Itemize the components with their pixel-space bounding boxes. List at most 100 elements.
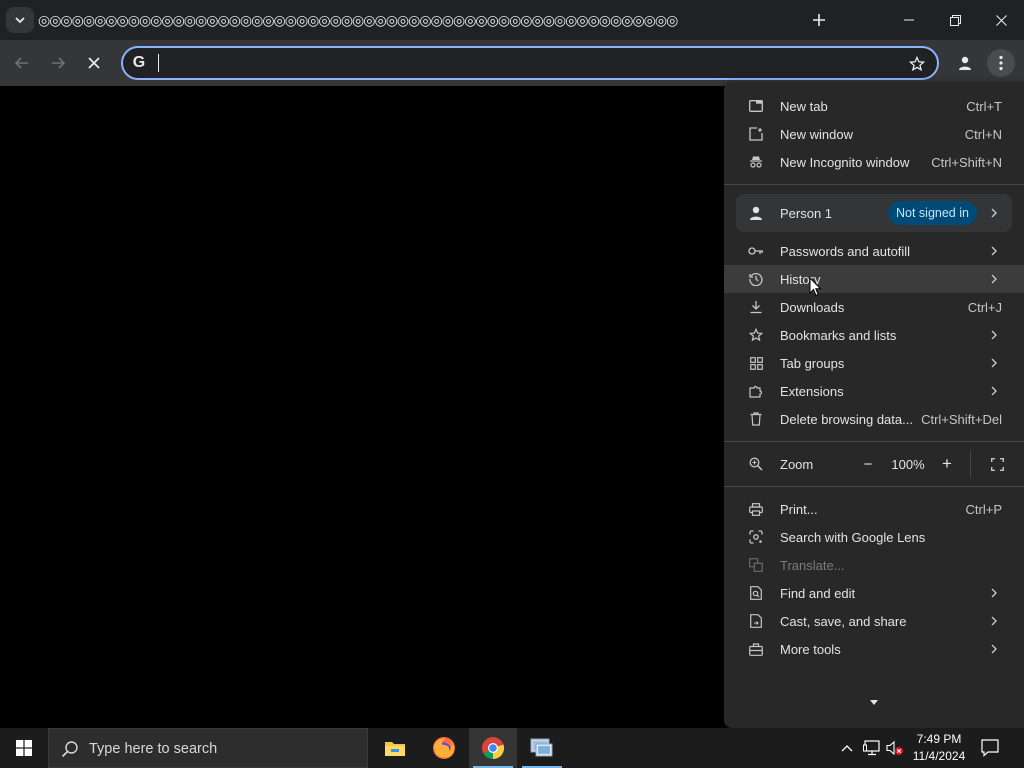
menu-item-label: Extensions <box>780 384 844 399</box>
menu-item-cast-save-and-share[interactable]: Cast, save, and share <box>724 607 1024 635</box>
clock-date: 11/4/2024 <box>912 749 966 763</box>
taskbar-clock[interactable]: 7:49 PM 11/4/2024 <box>906 731 972 765</box>
restore-button[interactable] <box>932 0 978 40</box>
kebab-menu-icon <box>999 55 1003 71</box>
file-explorer-icon <box>385 742 405 756</box>
tab-search-button[interactable] <box>6 7 34 33</box>
lens-icon <box>748 529 764 545</box>
plus-icon: + <box>942 454 952 473</box>
stop-loading-button[interactable] <box>80 49 108 77</box>
caret-down-icon <box>870 699 878 705</box>
tab-strip: ◎◎◎◎◎◎◎◎◎◎◎◎◎◎◎◎◎◎◎◎◎◎◎◎◎◎◎◎◎◎◎◎◎◎◎◎◎◎◎◎… <box>0 0 1024 40</box>
menu-item-tab-groups[interactable]: Tab groups <box>724 349 1024 377</box>
menu-item-new-window[interactable]: New window Ctrl+N <box>724 120 1024 148</box>
chevron-right-icon <box>991 588 997 598</box>
address-bar[interactable]: G <box>121 46 939 80</box>
menu-item-history[interactable]: History <box>724 265 1024 293</box>
menu-item-downloads[interactable]: Downloads Ctrl+J <box>724 293 1024 321</box>
menu-item-delete-browsing-data[interactable]: Delete browsing data... Ctrl+Shift+Del <box>724 405 1024 433</box>
zoom-out-button[interactable]: − <box>854 450 882 478</box>
menu-item-label: Cast, save, and share <box>780 614 907 629</box>
translate-icon <box>748 557 764 573</box>
menu-divider <box>724 184 1024 185</box>
zoom-in-button[interactable]: + <box>933 450 961 478</box>
close-button[interactable] <box>978 0 1024 40</box>
chevron-right-icon <box>991 246 997 256</box>
show-hidden-icons-button[interactable] <box>837 738 857 758</box>
menu-item-bookmarks-and-lists[interactable]: Bookmarks and lists <box>724 321 1024 349</box>
menu-item-print[interactable]: Print... Ctrl+P <box>724 495 1024 523</box>
toolbox-icon <box>748 641 764 657</box>
notification-icon <box>981 739 999 757</box>
new-tab-icon <box>748 98 764 114</box>
text-caret <box>158 54 159 72</box>
taskbar-file-explorer[interactable] <box>371 728 419 768</box>
new-tab-button[interactable] <box>806 8 832 32</box>
chevron-right-icon <box>991 358 997 368</box>
menu-item-search-with-google-lens[interactable]: Search with Google Lens <box>724 523 1024 551</box>
network-tray-button[interactable] <box>862 738 882 758</box>
taskbar-chrome[interactable] <box>469 728 517 768</box>
chrome-icon <box>482 737 505 760</box>
share-icon <box>748 613 764 629</box>
menu-scroll-down-button[interactable] <box>864 694 884 710</box>
chrome-main-menu: New tab Ctrl+T New window Ctrl+N New Inc… <box>724 82 1024 728</box>
menu-zoom-row: Zoom − 100% + <box>724 450 1024 478</box>
taskbar-firefox[interactable] <box>420 728 468 768</box>
clock-time: 7:49 PM <box>916 732 962 746</box>
taskbar-search-placeholder: Type here to search <box>89 741 218 757</box>
profile-button[interactable] <box>951 49 979 77</box>
taskbar-remote-desktop[interactable] <box>518 728 566 768</box>
taskbar-search-box[interactable]: Type here to search <box>48 728 368 768</box>
start-button[interactable] <box>0 728 48 768</box>
menu-divider <box>724 486 1024 487</box>
history-icon <box>748 271 764 287</box>
menu-item-label: New window <box>780 127 853 142</box>
close-icon <box>995 14 1007 26</box>
menu-item-label: Delete browsing data... <box>780 412 913 427</box>
menu-item-passwords-and-autofill[interactable]: Passwords and autofill <box>724 237 1024 265</box>
menu-item-shortcut: Ctrl+Shift+N <box>931 155 1002 170</box>
menu-item-label: Search with Google Lens <box>780 530 926 545</box>
menu-item-more-tools[interactable]: More tools <box>724 635 1024 663</box>
action-center-button[interactable] <box>978 737 1002 759</box>
fullscreen-button[interactable] <box>983 450 1011 478</box>
windows-logo-icon <box>16 740 32 756</box>
menu-item-translate: Translate... <box>724 551 1024 579</box>
menu-item-new-incognito-window[interactable]: New Incognito window Ctrl+Shift+N <box>724 148 1024 176</box>
key-icon <box>748 243 764 259</box>
chevron-right-icon <box>991 330 997 340</box>
star-icon <box>909 56 925 72</box>
menu-item-label: Find and edit <box>780 586 856 601</box>
menu-item-new-tab[interactable]: New tab Ctrl+T <box>724 92 1024 120</box>
profile-name: Person 1 <box>780 206 833 221</box>
volume-tray-button[interactable] <box>885 738 905 758</box>
menu-button[interactable] <box>987 49 1015 77</box>
zoom-level-value: 100% <box>891 457 925 472</box>
menu-item-label: New Incognito window <box>780 155 910 170</box>
browser-toolbar: G <box>0 40 1024 86</box>
forward-button[interactable] <box>44 49 72 77</box>
chevron-right-icon <box>991 386 997 396</box>
google-g-icon: G <box>132 54 146 71</box>
bookmark-star-button[interactable] <box>907 54 927 74</box>
menu-item-extensions[interactable]: Extensions <box>724 377 1024 405</box>
tab-strip-title[interactable]: ◎◎◎◎◎◎◎◎◎◎◎◎◎◎◎◎◎◎◎◎◎◎◎◎◎◎◎◎◎◎◎◎◎◎◎◎◎◎◎◎… <box>38 10 768 30</box>
new-window-icon <box>748 126 764 142</box>
find-icon <box>748 585 764 601</box>
menu-item-find-and-edit[interactable]: Find and edit <box>724 579 1024 607</box>
grid-icon <box>748 355 764 371</box>
trash-icon <box>748 411 764 427</box>
address-input[interactable] <box>157 52 897 74</box>
menu-profile-row[interactable]: Person 1 Not signed in <box>736 194 1012 232</box>
menu-item-label: Downloads <box>780 300 845 315</box>
incognito-icon <box>748 154 764 170</box>
back-button[interactable] <box>8 49 36 77</box>
minus-icon: − <box>863 455 873 473</box>
chevron-right-icon <box>991 616 997 626</box>
sign-in-status-badge[interactable]: Not signed in <box>888 201 977 225</box>
minimize-button[interactable] <box>886 0 932 40</box>
menu-item-shortcut: Ctrl+J <box>967 300 1002 315</box>
windows-taskbar: Type here to search 7:49 PM 11/4/2024 <box>0 728 1024 768</box>
menu-item-label: Print... <box>780 502 818 517</box>
